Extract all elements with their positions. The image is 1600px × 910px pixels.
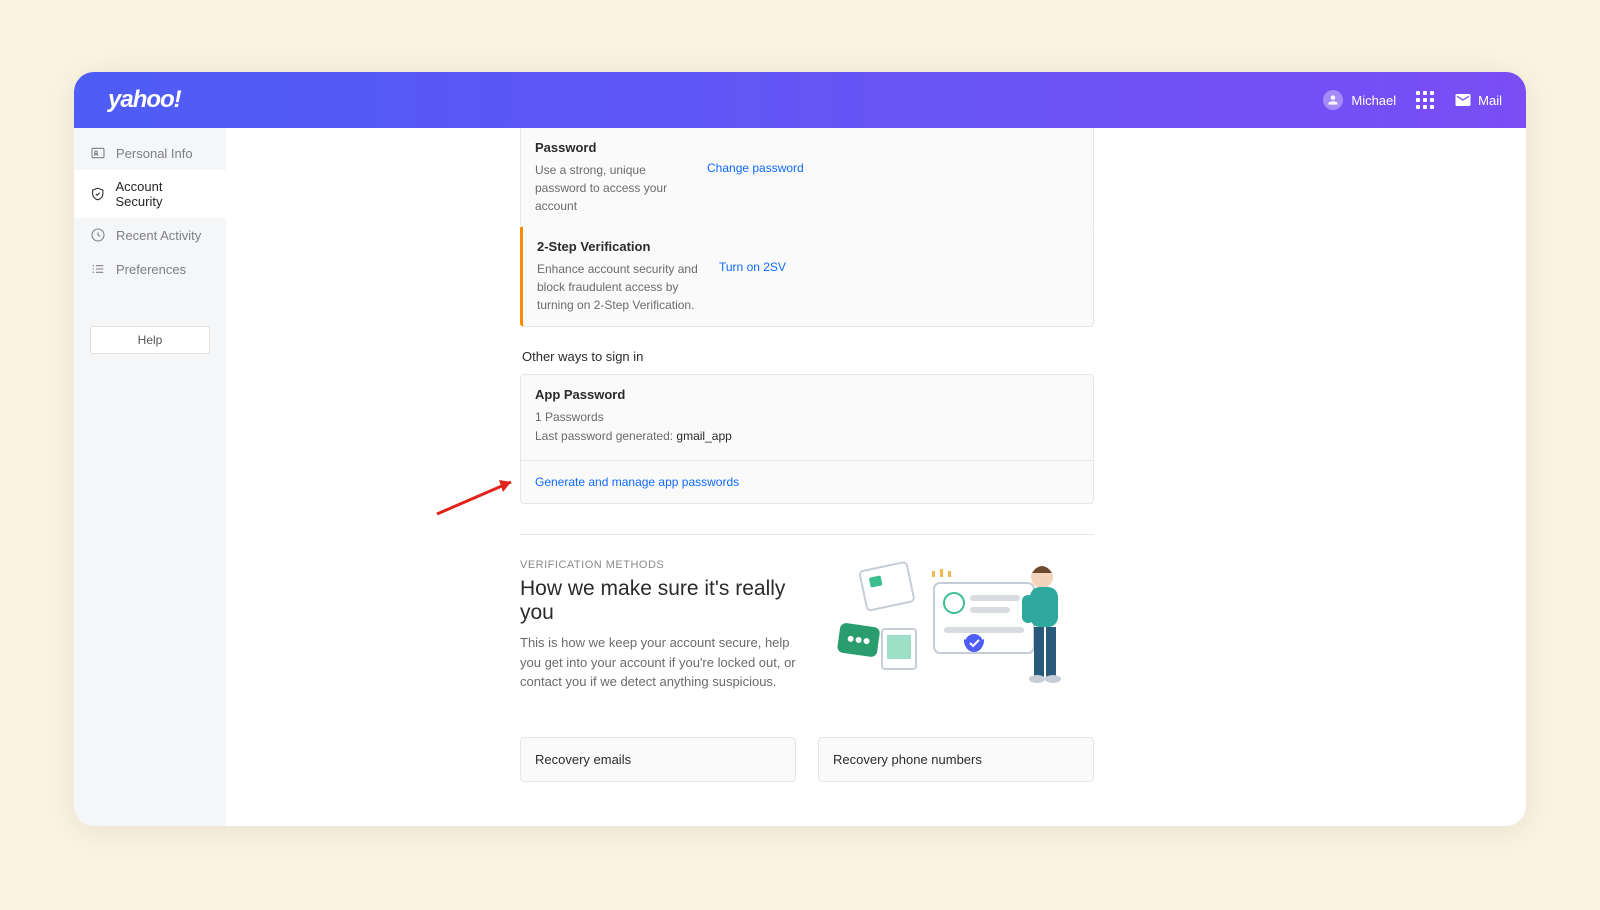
sidebar-item-label: Personal Info bbox=[116, 146, 193, 161]
help-button[interactable]: Help bbox=[90, 326, 210, 354]
main-content: Password Use a strong, unique password t… bbox=[226, 128, 1526, 826]
mail-button[interactable]: Mail bbox=[1454, 91, 1502, 109]
sidebar-item-preferences[interactable]: Preferences bbox=[74, 252, 226, 286]
sidebar-item-label: Recent Activity bbox=[116, 228, 201, 243]
recovery-emails-card[interactable]: Recovery emails bbox=[520, 737, 796, 782]
list-icon bbox=[90, 261, 106, 277]
shield-icon bbox=[90, 186, 106, 202]
change-password-link[interactable]: Change password bbox=[707, 161, 804, 175]
app-password-count: 1 Passwords bbox=[535, 408, 1079, 427]
sidebar-item-personal-info[interactable]: Personal Info bbox=[74, 136, 226, 170]
recovery-phones-title: Recovery phone numbers bbox=[833, 752, 982, 767]
sidebar-item-recent-activity[interactable]: Recent Activity bbox=[74, 218, 226, 252]
id-card-icon bbox=[90, 145, 106, 161]
app-password-title: App Password bbox=[535, 387, 1079, 402]
sidebar-item-label: Account Security bbox=[116, 179, 211, 209]
sidebar-item-account-security[interactable]: Account Security bbox=[74, 170, 226, 218]
header-bar: yahoo! Michael Mail bbox=[74, 72, 1526, 128]
clock-icon bbox=[90, 227, 106, 243]
user-name: Michael bbox=[1351, 93, 1396, 108]
mail-label: Mail bbox=[1478, 93, 1502, 108]
verification-illustration bbox=[864, 559, 1094, 709]
avatar-icon bbox=[1323, 90, 1343, 110]
user-chip[interactable]: Michael bbox=[1323, 90, 1396, 110]
section-divider bbox=[520, 534, 1094, 535]
help-label: Help bbox=[138, 333, 163, 347]
two-sv-title: 2-Step Verification bbox=[537, 239, 1079, 254]
verification-desc: This is how we keep your account secure,… bbox=[520, 633, 810, 692]
mail-icon bbox=[1454, 91, 1472, 109]
recovery-phones-card[interactable]: Recovery phone numbers bbox=[818, 737, 1094, 782]
logo-text: yahoo! bbox=[108, 86, 181, 113]
turn-on-2sv-link[interactable]: Turn on 2SV bbox=[719, 260, 786, 274]
recovery-emails-title: Recovery emails bbox=[535, 752, 631, 767]
apps-grid-icon[interactable] bbox=[1416, 91, 1434, 109]
sidebar-item-label: Preferences bbox=[116, 262, 186, 277]
password-desc: Use a strong, unique password to access … bbox=[535, 161, 695, 215]
app-window: yahoo! Michael Mail Personal Info bbox=[74, 72, 1526, 826]
generate-manage-app-passwords-link[interactable]: Generate and manage app passwords bbox=[535, 475, 739, 489]
app-password-card: App Password 1 Passwords Last password g… bbox=[520, 374, 1094, 504]
two-sv-card: 2-Step Verification Enhance account secu… bbox=[520, 227, 1094, 327]
yahoo-logo[interactable]: yahoo! bbox=[108, 86, 181, 114]
app-password-last-app: gmail_app bbox=[676, 429, 731, 443]
password-title: Password bbox=[535, 140, 1079, 155]
other-ways-title: Other ways to sign in bbox=[522, 349, 1094, 364]
two-sv-desc: Enhance account security and block fraud… bbox=[537, 260, 707, 314]
verification-label: VERIFICATION METHODS bbox=[520, 559, 824, 571]
verification-title: How we make sure it's really you bbox=[520, 577, 824, 625]
app-password-last: Last password generated: gmail_app bbox=[535, 427, 1079, 446]
password-card: Password Use a strong, unique password t… bbox=[520, 128, 1094, 228]
app-password-last-prefix: Last password generated: bbox=[535, 429, 676, 443]
sidebar: Personal Info Account Security Recent Ac… bbox=[74, 128, 226, 826]
verification-section: VERIFICATION METHODS How we make sure it… bbox=[520, 559, 1094, 709]
